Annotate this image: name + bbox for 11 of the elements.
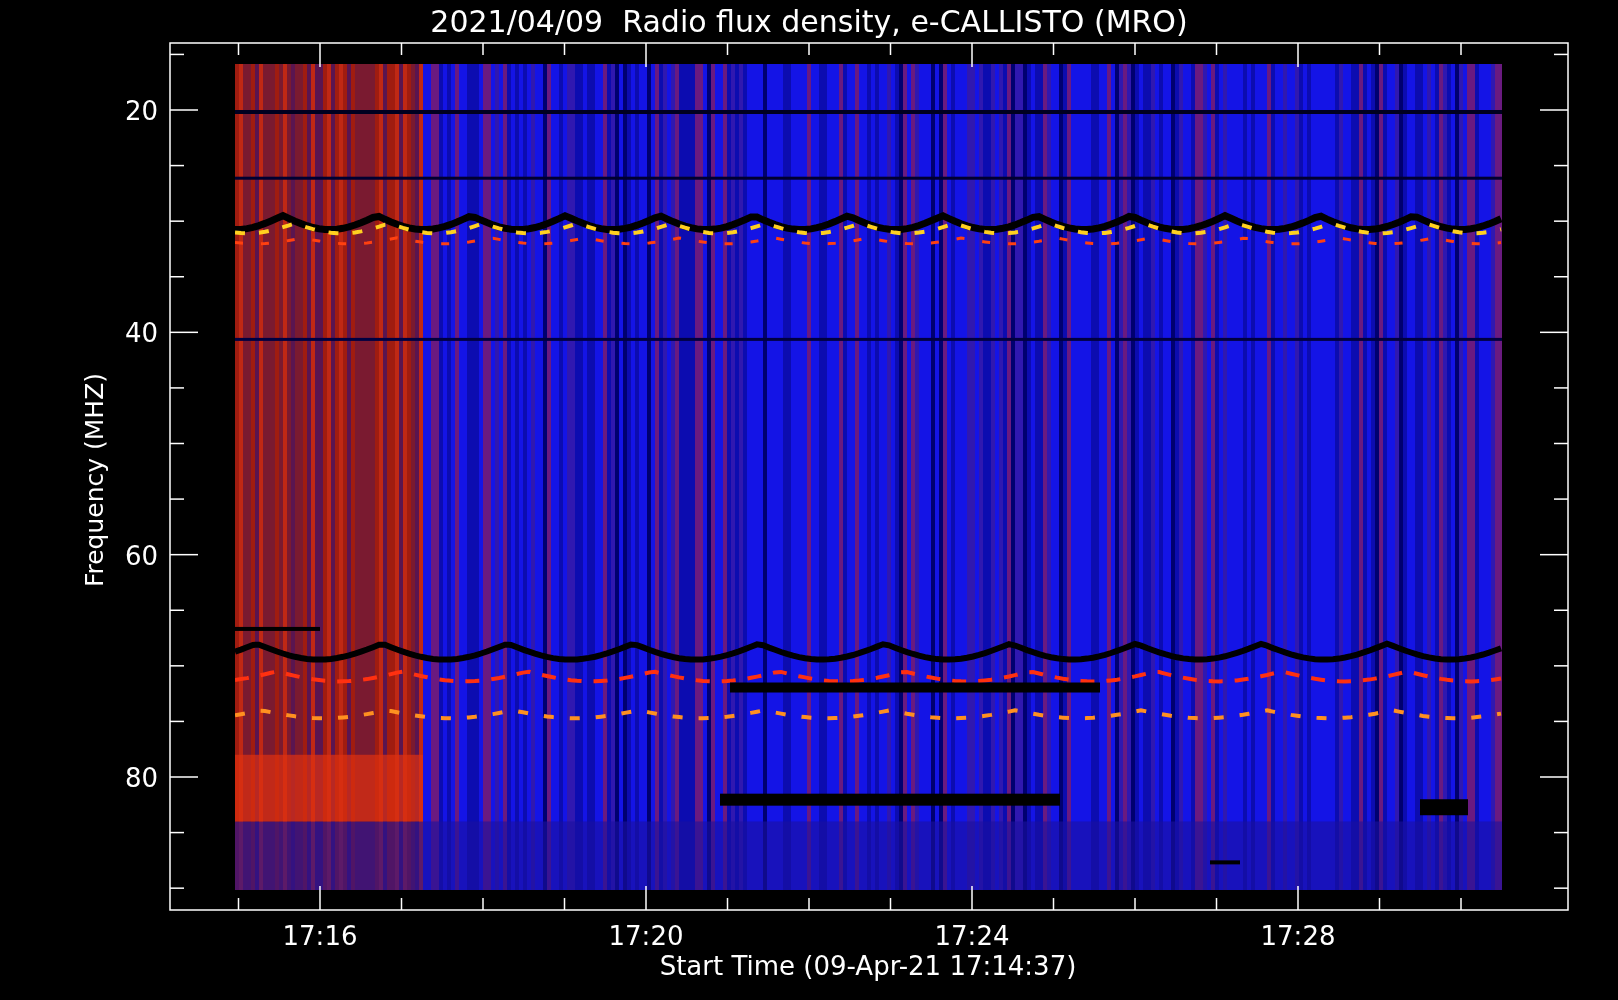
y-tick-label: 60 xyxy=(124,540,158,571)
y-tick-label: 80 xyxy=(124,763,158,793)
x-axis-label: Start Time (09-Apr-21 17:14:37) xyxy=(659,951,1077,981)
y-tick-label: 40 xyxy=(124,318,158,349)
x-tick-label: 17:24 xyxy=(934,921,1010,951)
x-tick-label: 17:16 xyxy=(282,921,358,951)
x-tick-label: 17:20 xyxy=(608,921,684,951)
y-tick-label: 20 xyxy=(124,96,158,126)
chart-title: 2021/04/09 Radio flux density, e-CALLISTO (MRO) xyxy=(430,4,1188,39)
x-tick-label: 17:28 xyxy=(1260,921,1336,951)
y-axis-label: Frequency (MHZ) xyxy=(80,372,109,588)
